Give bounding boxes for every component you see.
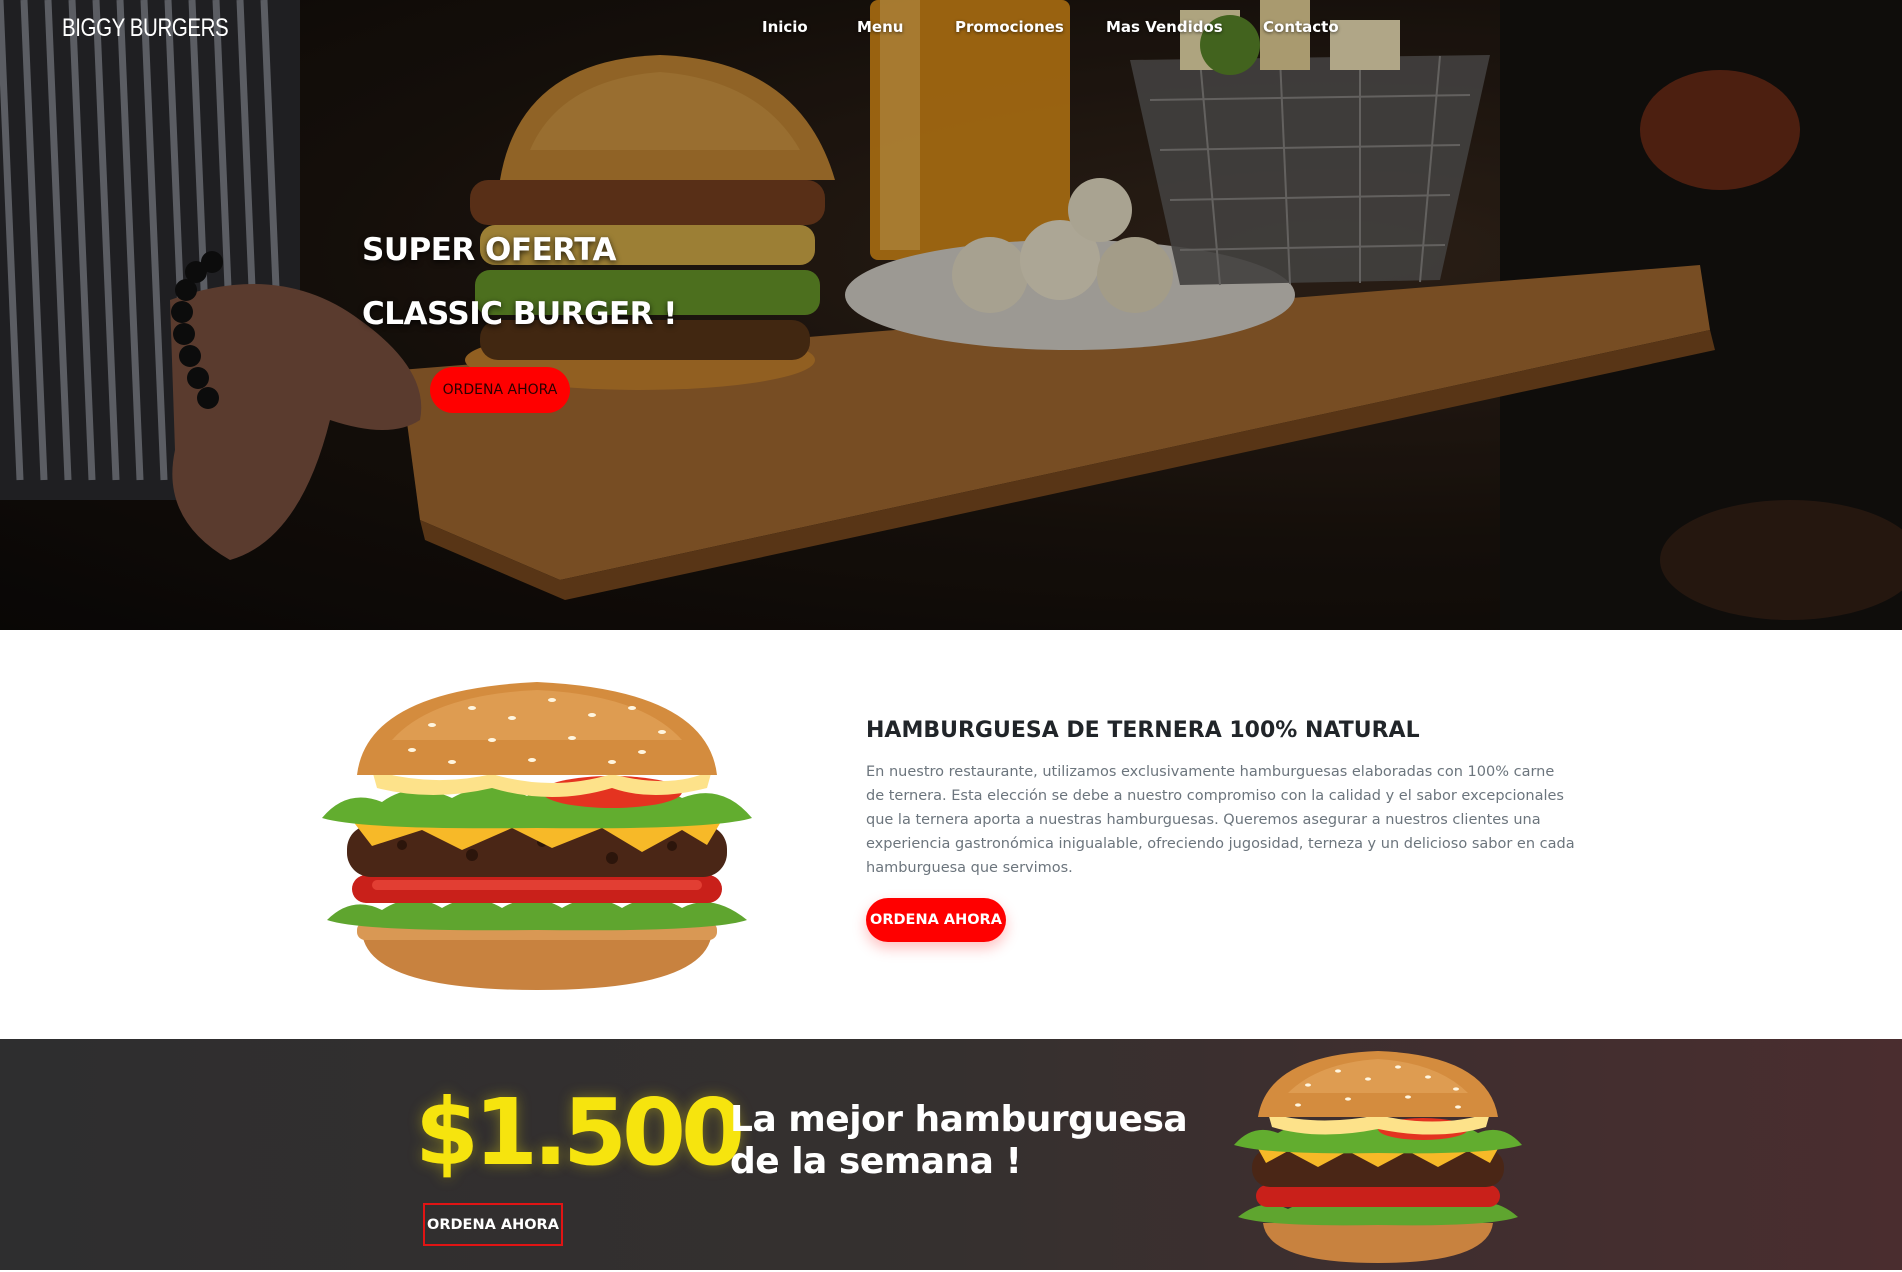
nav-link-menu[interactable]: Menu (857, 18, 903, 36)
feature-description: En nuestro restaurante, utilizamos exclu… (866, 764, 1575, 876)
hero-title-line2: CLASSIC BURGER ! (362, 296, 677, 332)
nav-link-mas-vendidos[interactable]: Mas Vendidos (1106, 18, 1223, 36)
promo-headline-line2: de la semana ! (730, 1141, 1022, 1182)
nav-link-inicio[interactable]: Inicio (762, 18, 808, 36)
beef-burger-image (322, 682, 752, 990)
weekly-promo-section: $1.500 La mejor hamburguesa de la semana… (0, 1039, 1902, 1270)
feature-title: HAMBURGUESA DE TERNERA 100% NATURAL (866, 718, 1420, 743)
hero-banner: BIGGY BURGERS Inicio Menu Promociones Ma… (0, 0, 1902, 630)
promo-headline-line1: La mejor hamburguesa (730, 1099, 1188, 1140)
feature-section: HAMBURGUESA DE TERNERA 100% NATURAL En n… (0, 630, 1902, 1039)
brand-logo-link[interactable]: BIGGY BURGERS (62, 14, 229, 43)
nav-link-promociones[interactable]: Promociones (955, 18, 1064, 36)
promo-order-button[interactable]: ORDENA AHORA (423, 1203, 563, 1246)
hero-title-line1: SUPER OFERTA (362, 232, 616, 268)
feature-order-button[interactable]: ORDENA AHORA (866, 898, 1006, 942)
nav-link-contacto[interactable]: Contacto (1263, 18, 1339, 36)
hero-background-photo (0, 0, 1902, 630)
promo-burger-image (1234, 1051, 1522, 1263)
top-navbar: BIGGY BURGERS Inicio Menu Promociones Ma… (0, 0, 1902, 58)
hero-order-button[interactable]: ORDENA AHORA (430, 367, 570, 413)
promo-price: $1.500 (415, 1079, 745, 1186)
